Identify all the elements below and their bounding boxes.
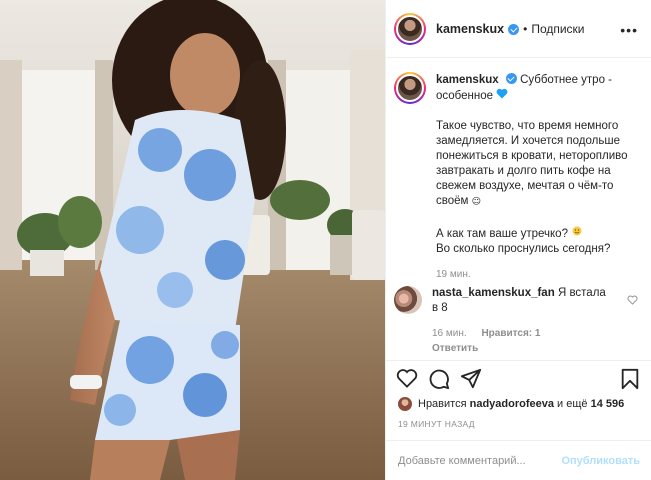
comment-item: nasta_kamenskux_fan Я встала в 8 16 мин.… bbox=[394, 286, 644, 356]
verified-badge-icon bbox=[508, 24, 520, 35]
author-avatar[interactable] bbox=[394, 12, 426, 45]
caption-line-2: особенное bbox=[436, 90, 494, 102]
comment-bubble-icon[interactable] bbox=[428, 368, 450, 395]
commenter-avatar[interactable] bbox=[394, 286, 422, 314]
post-photo[interactable] bbox=[0, 0, 385, 480]
liker-avatar bbox=[398, 397, 412, 411]
photo-illustration bbox=[0, 0, 385, 480]
caption-avatar[interactable] bbox=[394, 72, 426, 104]
commenter-username[interactable]: nasta_kamenskux_fan bbox=[432, 287, 555, 299]
likes-summary[interactable]: Нравится nadyadorofeeva и ещё 14 596 bbox=[398, 397, 624, 411]
post-timestamp: 19 МИНУТ НАЗАД bbox=[398, 419, 475, 429]
comment-like-heart-icon[interactable] bbox=[627, 292, 638, 310]
caption-paragraph-1: Такое чувство, что время немного замедля… bbox=[436, 120, 628, 207]
liker-username[interactable]: nadyadorofeeva bbox=[470, 398, 554, 410]
sun-emoji-icon bbox=[571, 225, 583, 241]
comment-likes[interactable]: Нравится: 1 bbox=[481, 328, 540, 339]
following-button[interactable]: Подписки bbox=[531, 22, 584, 36]
likes-middle: и ещё bbox=[557, 398, 588, 410]
author-username[interactable]: kamenskux bbox=[436, 22, 504, 36]
more-options-icon[interactable]: ••• bbox=[620, 22, 638, 38]
caption-question-1: А как там ваше утречко? bbox=[436, 228, 568, 240]
post-header: kamenskux • Подписки ••• bbox=[386, 0, 651, 58]
comment-input[interactable] bbox=[398, 454, 562, 467]
share-paper-plane-icon[interactable] bbox=[460, 368, 482, 395]
blue-heart-icon bbox=[496, 88, 508, 103]
caption-username[interactable]: kamenskux bbox=[436, 74, 499, 86]
caption-question-2: Во сколько проснулись сегодня? bbox=[436, 243, 611, 255]
like-heart-icon[interactable] bbox=[396, 368, 418, 393]
comment-time: 16 мин. bbox=[432, 328, 467, 339]
reply-button[interactable]: Ответить bbox=[432, 343, 478, 354]
add-comment-bar: Опубликовать bbox=[386, 440, 651, 480]
save-bookmark-icon[interactable] bbox=[620, 368, 640, 395]
caption-line-1: Субботнее утро - bbox=[520, 74, 613, 86]
post-sidebar: kamenskux • Подписки ••• kamenskux Суббо… bbox=[385, 0, 651, 480]
comments-list[interactable]: kamenskux Субботнее утро - особенное Так… bbox=[386, 58, 651, 360]
caption-time: 19 мин. bbox=[436, 269, 471, 280]
smile-emoji-icon: ☺ bbox=[471, 197, 482, 207]
post-caption: kamenskux Субботнее утро - особенное Так… bbox=[394, 72, 636, 282]
likes-prefix: Нравится bbox=[418, 398, 467, 410]
publish-button[interactable]: Опубликовать bbox=[561, 455, 640, 467]
caption-verified-icon bbox=[505, 73, 517, 84]
post-actions bbox=[386, 360, 651, 396]
separator-dot: • bbox=[523, 21, 528, 36]
likes-count[interactable]: 14 596 bbox=[591, 398, 625, 410]
